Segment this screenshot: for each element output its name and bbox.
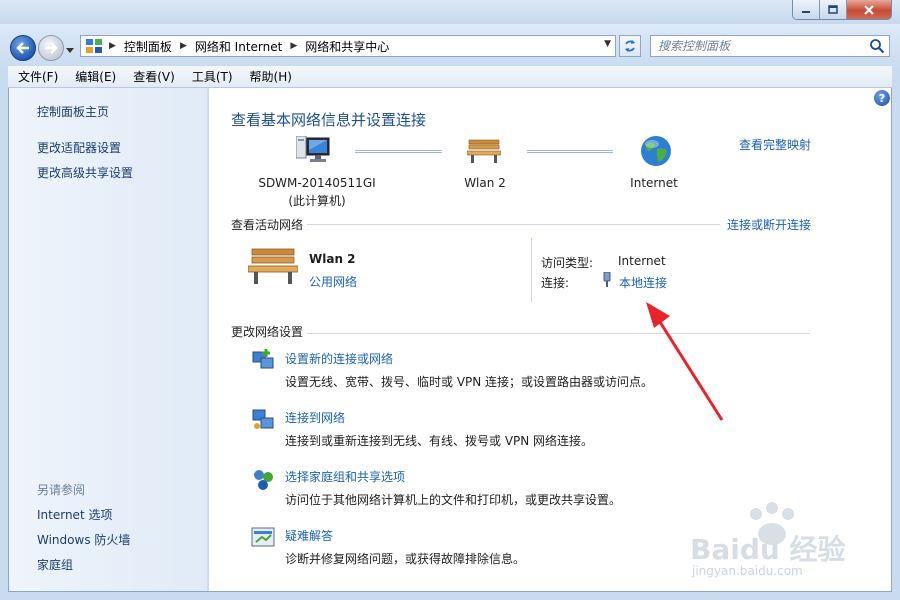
page-title: 查看基本网络信息并设置连接 [231,111,427,129]
watermark-logo: Baidu 经验 [690,533,846,566]
ethernet-plug-icon [603,272,611,287]
homegroup-sharing-desc: 访问位于其他网络计算机上的文件和打印机，或更改共享设置。 [285,493,622,507]
address-history-dropdown[interactable]: ▼ [604,39,611,49]
vertical-divider [531,238,532,302]
local-connection-link[interactable]: 本地连接 [619,274,667,291]
breadcrumb-network-internet[interactable]: 网络和 Internet [195,38,282,55]
troubleshoot-icon [251,527,275,547]
watermark-url: jingyan.baidu.com [692,564,803,578]
arrow-right-icon [45,42,58,54]
close-button[interactable] [847,0,891,19]
menu-file[interactable]: 文件(F) [8,68,65,85]
back-button[interactable] [10,35,36,61]
change-settings-heading: 更改网络设置 [231,325,304,339]
computer-icon[interactable] [296,136,332,166]
help-icon: ? [878,91,886,105]
recent-pages-dropdown[interactable] [66,43,74,57]
connection-label: 连接: [541,276,570,290]
refresh-button[interactable] [619,35,641,57]
breadcrumb: ▶ 控制面板 ▶ 网络和 Internet ▶ 网络和共享中心 [109,38,389,55]
refresh-icon [625,40,635,52]
chevron-down-icon [66,48,74,53]
baidu-watermark: Baidu 经验 jingyan.baidu.com [688,502,878,582]
connect-to-network-desc: 连接到或重新连接到无线、有线、拨号或 VPN 网络连接。 [285,434,594,448]
map-connector-line [527,150,613,153]
access-type-value: Internet [618,254,666,268]
globe-icon[interactable] [640,135,672,167]
menu-help[interactable]: 帮助(H) [240,68,299,85]
computer-subtitle: (此计算机) [288,194,346,208]
menu-bar: 文件(F) 编辑(E) 查看(V) 工具(T) 帮助(H) [8,66,892,88]
close-icon [864,4,874,15]
address-bar[interactable]: ▶ 控制面板 ▶ 网络和 Internet ▶ 网络和共享中心 ▼ [80,35,616,57]
title-bar [0,0,900,24]
breadcrumb-sep-icon[interactable]: ▶ [180,41,187,51]
menu-tools[interactable]: 工具(T) [182,68,240,85]
setup-new-connection-desc: 设置无线、宽带、拨号、临时或 VPN 连接；或设置路由器或访问点。 [285,375,654,389]
access-type-label: 访问类型: [541,256,594,270]
breadcrumb-sep-icon[interactable]: ▶ [109,41,116,51]
section-divider [307,333,810,334]
setup-new-connection-link[interactable]: 设置新的连接或网络 [285,350,393,367]
connect-to-network-link[interactable]: 连接到网络 [285,409,345,426]
breadcrumb-control-panel[interactable]: 控制面板 [124,38,172,55]
search-input[interactable] [651,36,861,56]
help-button[interactable]: ? [874,90,890,106]
network-type-link[interactable]: 公用网络 [309,273,357,290]
public-network-bench-icon [248,248,298,284]
breadcrumb-network-sharing-center[interactable]: 网络和共享中心 [305,38,389,55]
maximize-icon [828,5,838,14]
connect-disconnect-link[interactable]: 连接或断开连接 [727,216,811,233]
troubleshoot-link[interactable]: 疑难解答 [285,527,333,544]
map-internet-label: Internet [630,176,678,190]
minimize-button[interactable] [793,0,820,19]
search-icon[interactable] [869,38,885,54]
homegroup-sharing-link[interactable]: 选择家庭组和共享选项 [285,468,405,485]
section-divider [307,224,720,225]
caption-buttons [792,0,892,20]
search-box [650,35,890,57]
maximize-button[interactable] [820,0,847,19]
menu-edit[interactable]: 编辑(E) [65,68,123,85]
active-networks-heading: 查看活动网络 [231,218,304,232]
homegroup-icon [254,470,273,490]
bench-icon[interactable] [467,138,501,164]
control-panel-icon [86,39,102,53]
map-connector-line [355,150,442,153]
menu-view[interactable]: 查看(V) [123,68,182,85]
troubleshoot-desc: 诊断并修复网络问题，或获得故障排除信息。 [285,552,526,566]
annotation-arrow [646,302,724,421]
map-network-name: Wlan 2 [464,176,506,190]
breadcrumb-sep-icon[interactable]: ▶ [290,41,297,51]
arrow-left-icon [16,42,29,54]
active-network-name: Wlan 2 [309,252,356,266]
computer-name: SDWM-20140511GI [258,176,376,190]
forward-button[interactable] [38,35,64,61]
minimize-icon [802,10,810,13]
new-connection-icon [252,349,274,369]
connect-network-icon [252,409,274,429]
view-full-map-link[interactable]: 查看完整映射 [739,136,811,153]
